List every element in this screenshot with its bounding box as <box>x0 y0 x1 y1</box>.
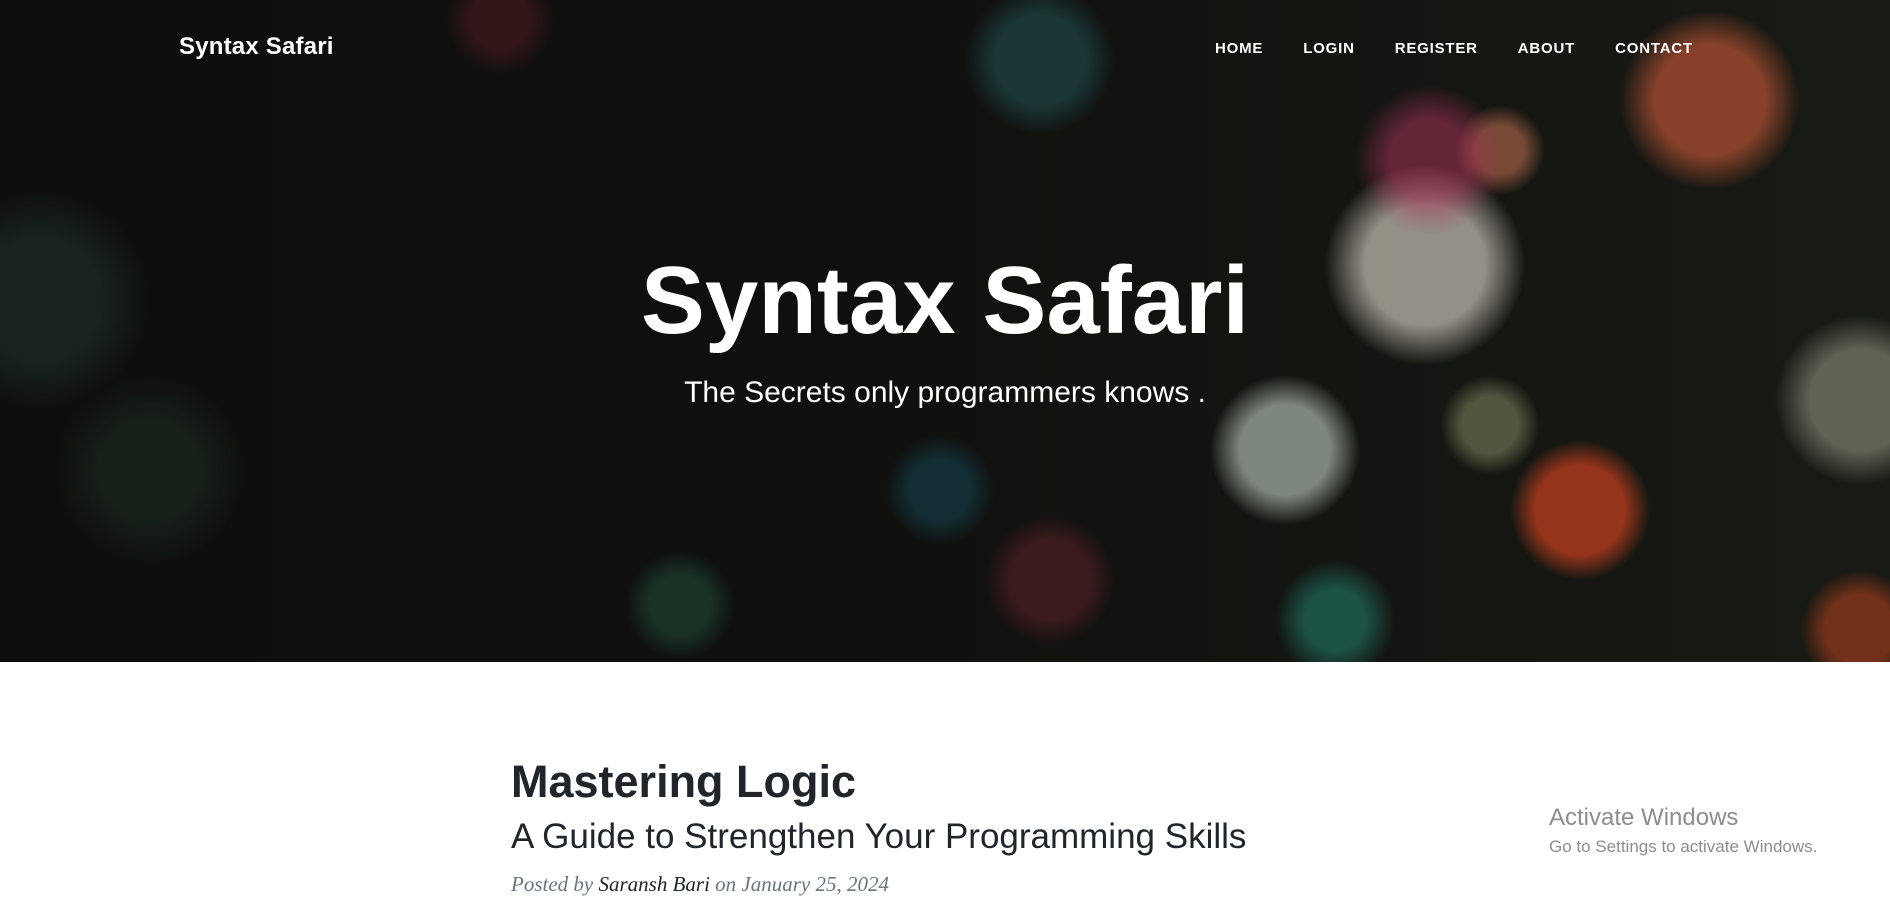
main-navigation: HOME LOGIN REGISTER ABOUT CONTACT <box>1195 38 1713 59</box>
nav-link-login[interactable]: LOGIN <box>1283 38 1375 59</box>
post-meta-prefix: Posted by <box>511 871 594 896</box>
post-date: January 25, 2024 <box>741 871 889 896</box>
nav-link-register[interactable]: REGISTER <box>1375 38 1498 59</box>
post-preview: Mastering Logic A Guide to Strengthen Yo… <box>511 756 1411 897</box>
nav-link-contact[interactable]: CONTACT <box>1595 38 1713 59</box>
watermark-subtitle: Go to Settings to activate Windows. <box>1549 836 1818 856</box>
post-author-link[interactable]: Saransh Bari <box>598 872 709 896</box>
post-subtitle[interactable]: A Guide to Strengthen Your Programming S… <box>511 816 1411 858</box>
navbar-brand[interactable]: Syntax Safari <box>179 33 334 61</box>
nav-link-about[interactable]: ABOUT <box>1498 38 1595 59</box>
site-heading: Syntax Safari <box>640 247 1250 354</box>
nav-link-home[interactable]: HOME <box>1195 38 1283 59</box>
hero-header: Syntax Safari HOME LOGIN REGISTER ABOUT … <box>0 0 1890 662</box>
post-title[interactable]: Mastering Logic <box>511 756 1411 808</box>
watermark-title: Activate Windows <box>1549 804 1739 831</box>
activate-windows-watermark: Activate Windows Go to Settings to activ… <box>1549 804 1817 857</box>
site-subheading: The Secrets only programmers knows . <box>684 376 1206 409</box>
post-meta-middle: on <box>715 871 737 896</box>
post-meta: Posted by Saransh Bari on January 25, 20… <box>511 872 1411 897</box>
